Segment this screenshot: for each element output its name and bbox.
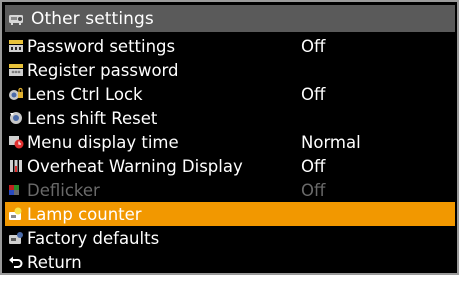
register-password-icon: *** xyxy=(8,62,24,78)
other-settings-menu: Other settings Password settings Off ***… xyxy=(0,0,459,275)
menu-item-menu-display-time[interactable]: Menu display time Normal xyxy=(5,130,455,154)
menu-item-factory-defaults[interactable]: Factory defaults xyxy=(5,226,455,250)
clock-icon xyxy=(8,134,24,150)
menu-item-label: Return xyxy=(27,252,82,272)
menu-item-overheat-warning-display[interactable]: Overheat Warning Display Off xyxy=(5,154,455,178)
menu-item-label: Overheat Warning Display xyxy=(27,156,243,176)
menu-item-deflicker: Deflicker Off xyxy=(5,178,455,202)
return-arrow-icon xyxy=(8,254,24,270)
menu-item-password-settings[interactable]: Password settings Off xyxy=(5,34,455,58)
menu-item-label: Menu display time xyxy=(27,132,179,152)
menu-item-label: Lamp counter xyxy=(27,204,142,224)
menu-item-label: Deflicker xyxy=(27,180,100,200)
menu-item-value: Off xyxy=(301,84,326,104)
menu-item-label: Lens shift Reset xyxy=(27,108,158,128)
projector-icon xyxy=(8,11,24,27)
menu-item-label: Lens Ctrl Lock xyxy=(27,84,143,104)
svg-text:***: *** xyxy=(12,70,21,77)
menu-item-label: Register password xyxy=(27,60,179,80)
menu-item-register-password[interactable]: *** Register password xyxy=(5,58,455,82)
menu-item-value: Off xyxy=(301,36,326,56)
factory-defaults-icon xyxy=(8,230,24,246)
menu-item-label: Factory defaults xyxy=(27,228,160,248)
menu-item-lamp-counter[interactable]: Lamp counter xyxy=(5,202,455,226)
menu-header: Other settings xyxy=(5,5,455,32)
menu-item-label: Password settings xyxy=(27,36,176,56)
lamp-counter-icon xyxy=(8,206,24,222)
menu-item-lens-shift-reset[interactable]: Lens shift Reset xyxy=(5,106,455,130)
lens-shift-reset-icon xyxy=(8,110,24,126)
menu-item-return[interactable]: Return xyxy=(5,250,455,274)
menu-item-lens-ctrl-lock[interactable]: Lens Ctrl Lock Off xyxy=(5,82,455,106)
page-title: Other settings xyxy=(31,8,154,29)
menu-item-value: Off xyxy=(301,180,326,200)
lens-lock-icon xyxy=(8,86,24,102)
menu-item-value: Normal xyxy=(301,132,361,152)
thermometer-icon xyxy=(8,158,24,174)
deflicker-icon xyxy=(8,182,24,198)
password-settings-icon xyxy=(8,38,24,54)
menu-item-value: Off xyxy=(301,156,326,176)
